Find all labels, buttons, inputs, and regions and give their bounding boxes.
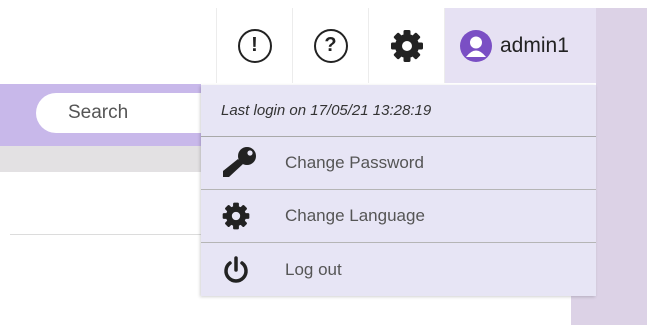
user-menu-button[interactable]: admin1 bbox=[445, 8, 596, 83]
alert-glyph: ! bbox=[251, 34, 258, 56]
change-password-label: Change Password bbox=[285, 153, 424, 172]
search-input[interactable] bbox=[36, 93, 211, 133]
username: admin1 bbox=[500, 33, 569, 57]
change-language-item[interactable]: Change Language bbox=[201, 190, 596, 243]
user-avatar-icon bbox=[460, 29, 492, 62]
change-language-label: Change Language bbox=[285, 206, 425, 225]
top-bar: ! ? admin1 bbox=[216, 8, 596, 83]
settings-button[interactable] bbox=[369, 8, 445, 83]
gear-icon bbox=[390, 29, 423, 62]
alerts-button[interactable]: ! bbox=[216, 8, 293, 83]
help-glyph: ? bbox=[324, 34, 337, 56]
question-circle-icon: ? bbox=[313, 28, 348, 63]
right-panel-fill bbox=[596, 8, 647, 325]
key-icon bbox=[223, 147, 256, 177]
last-login-text: Last login on 17/05/21 13:28:19 bbox=[201, 85, 596, 137]
power-icon bbox=[224, 255, 248, 283]
panel-edge bbox=[571, 296, 597, 325]
gear-icon bbox=[222, 202, 250, 230]
logout-item[interactable]: Log out bbox=[201, 243, 596, 296]
logout-label: Log out bbox=[285, 259, 342, 279]
change-password-item[interactable]: Change Password bbox=[201, 137, 596, 190]
right-panel bbox=[596, 0, 648, 325]
sub-bar bbox=[0, 146, 201, 172]
content-divider bbox=[10, 234, 201, 235]
exclamation-circle-icon: ! bbox=[237, 28, 272, 63]
help-button[interactable]: ? bbox=[293, 8, 369, 83]
user-dropdown-menu: Last login on 17/05/21 13:28:19 Change P… bbox=[201, 85, 596, 296]
